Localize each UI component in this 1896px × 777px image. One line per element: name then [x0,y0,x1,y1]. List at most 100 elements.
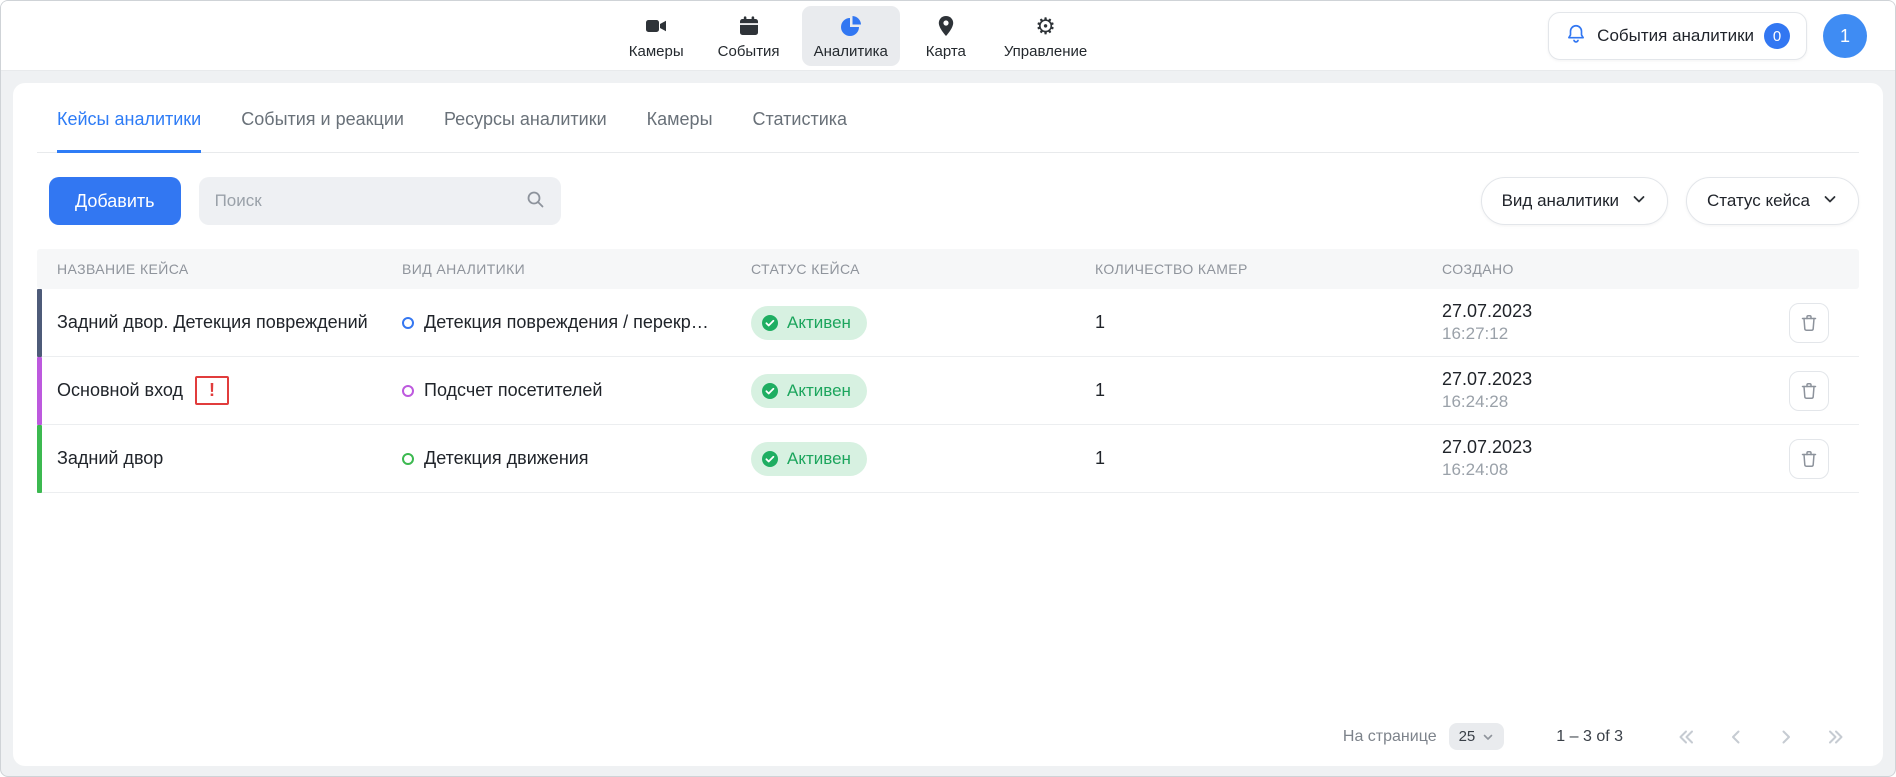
pagination: На странице 25 1 – 3 of 3 [1343,723,1847,750]
check-circle-icon [761,450,779,468]
last-page-button[interactable] [1825,726,1847,748]
tab-cameras[interactable]: Камеры [647,109,713,153]
delete-case-button[interactable] [1789,439,1829,479]
table-row[interactable]: Задний двор Детекция движения Активен 1 … [37,425,1859,493]
check-circle-icon [761,314,779,332]
nav-label: Управление [1004,43,1087,60]
chevron-right-icon [1775,726,1797,748]
user-avatar[interactable]: 1 [1823,14,1867,58]
col-header-case-name: НАЗВАНИЕ КЕЙСА [37,261,382,277]
analytics-events-button[interactable]: События аналитики 0 [1548,12,1807,60]
first-page-button[interactable] [1675,726,1697,748]
analytics-type-icon [402,453,414,465]
nav-label: Камеры [629,43,684,60]
delete-case-button[interactable] [1789,303,1829,343]
row-accent-bar [37,289,42,357]
analytics-type-filter-label: Вид аналитики [1502,191,1619,211]
case-status-filter[interactable]: Статус кейса [1686,177,1859,225]
col-header-created: СОЗДАНО [1422,261,1789,277]
pager-arrows [1675,726,1847,748]
nav-item-map[interactable]: Карта [910,6,982,66]
add-case-button[interactable]: Добавить [49,177,181,225]
case-status-filter-label: Статус кейса [1707,191,1810,211]
per-page-select[interactable]: 25 [1449,723,1505,750]
analytics-type-label: Детекция движения [424,448,589,469]
status-label: Активен [787,313,851,333]
tab-statistics[interactable]: Статистика [753,109,848,153]
row-accent-bar [37,425,42,493]
trash-icon [1799,313,1819,333]
topbar-right: События аналитики 0 1 [1548,1,1867,71]
toolbar: Добавить Вид аналитики Статус кейса [37,177,1859,225]
double-chevron-right-icon [1825,726,1847,748]
case-alert-indicator: ! [195,376,229,405]
tab-analytics-cases[interactable]: Кейсы аналитики [57,109,201,153]
nav-item-cameras[interactable]: Камеры [617,6,696,66]
video-camera-icon [644,13,668,39]
status-label: Активен [787,449,851,469]
gear-icon: ⚙ [1035,13,1056,39]
per-page-value: 25 [1459,728,1476,745]
analytics-type-label: Подсчет посетителей [424,380,602,401]
analytics-card: Кейсы аналитики События и реакции Ресурс… [13,83,1883,766]
delete-case-button[interactable] [1789,371,1829,411]
search-icon [525,189,545,214]
cases-table: НАЗВАНИЕ КЕЙСА ВИД АНАЛИТИКИ СТАТУС КЕЙС… [37,249,1859,493]
search-input[interactable] [215,191,515,211]
col-header-case-status: СТАТУС КЕЙСА [731,261,1075,277]
pagination-range: 1 – 3 of 3 [1556,728,1623,746]
double-chevron-left-icon [1675,726,1697,748]
status-label: Активен [787,381,851,401]
analytics-events-label: События аналитики [1597,26,1754,46]
case-name: Задний двор [57,448,163,469]
nav-label: События [718,43,780,60]
chevron-down-icon [1631,191,1647,212]
created-time: 16:27:12 [1442,324,1508,344]
col-header-camera-count: КОЛИЧЕСТВО КАМЕР [1075,261,1422,277]
analytics-type-icon [402,385,414,397]
table-row[interactable]: Основной вход ! Подсчет посетителей Акти… [37,357,1859,425]
per-page-control: На странице 25 [1343,723,1504,750]
table-row[interactable]: Задний двор. Детекция повреждений Детекц… [37,289,1859,357]
case-name: Задний двор. Детекция повреждений [57,312,368,333]
row-accent-bar [37,357,42,425]
search-field [199,177,561,225]
calendar-icon [737,13,761,39]
table-header-row: НАЗВАНИЕ КЕЙСА ВИД АНАЛИТИКИ СТАТУС КЕЙС… [37,249,1859,289]
analytics-type-icon [402,317,414,329]
chevron-down-icon [1482,731,1494,743]
events-count-badge: 0 [1764,23,1790,49]
nav-item-analytics[interactable]: Аналитика [802,6,900,66]
next-page-button[interactable] [1775,726,1797,748]
main-nav: Камеры События Аналитика Карта [617,6,1099,66]
trash-icon [1799,449,1819,469]
tabs-bar: Кейсы аналитики События и реакции Ресурс… [37,83,1859,153]
tab-events-reactions[interactable]: События и реакции [241,109,404,153]
nav-item-events[interactable]: События [706,6,792,66]
camera-count: 1 [1095,448,1105,469]
tab-analytics-resources[interactable]: Ресурсы аналитики [444,109,607,153]
content-background: Кейсы аналитики События и реакции Ресурс… [1,71,1895,777]
map-pin-icon [934,13,958,39]
created-date: 27.07.2023 [1442,369,1532,390]
topbar: Камеры События Аналитика Карта [1,1,1895,71]
status-badge: Активен [751,306,867,340]
camera-count: 1 [1095,380,1105,401]
nav-label: Карта [926,43,966,60]
col-header-analytics-type: ВИД АНАЛИТИКИ [382,261,731,277]
analytics-type-filter[interactable]: Вид аналитики [1481,177,1668,225]
cases-table-body: Задний двор. Детекция повреждений Детекц… [37,289,1859,493]
bell-icon [1565,23,1587,50]
app-window: Камеры События Аналитика Карта [0,0,1896,777]
status-badge: Активен [751,374,867,408]
prev-page-button[interactable] [1725,726,1747,748]
nav-item-management[interactable]: ⚙ Управление [992,6,1099,66]
created-time: 16:24:08 [1442,460,1508,480]
analytics-type-label: Детекция повреждения / перекр… [424,312,709,333]
check-circle-icon [761,382,779,400]
nav-label: Аналитика [814,43,888,60]
per-page-label: На странице [1343,728,1437,746]
created-date: 27.07.2023 [1442,437,1532,458]
created-date: 27.07.2023 [1442,301,1532,322]
created-time: 16:24:28 [1442,392,1508,412]
